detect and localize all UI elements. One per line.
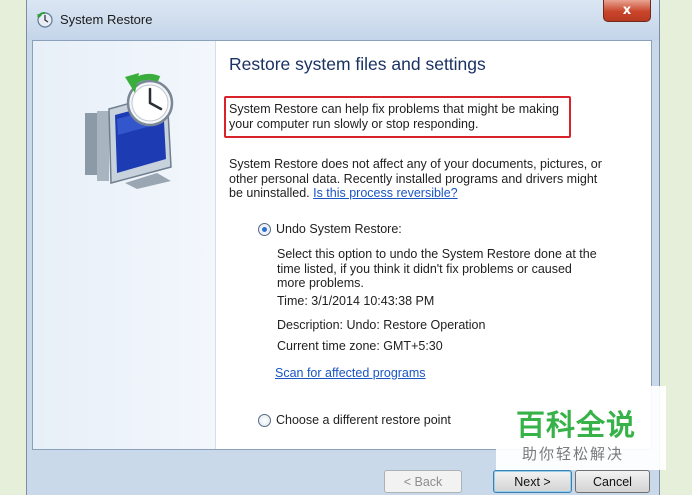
system-restore-icon <box>37 12 53 28</box>
watermark: 百科全说 助你轻松解决 <box>496 386 666 470</box>
undo-restore-radio[interactable] <box>258 223 271 236</box>
restore-description: Description: Undo: Restore Operation <box>277 318 486 332</box>
time-zone: Current time zone: GMT+5:30 <box>277 339 443 353</box>
scan-programs-link[interactable]: Scan for affected programs <box>275 366 426 381</box>
page-heading: Restore system files and settings <box>229 54 486 74</box>
reversible-link[interactable]: Is this process reversible? <box>313 186 458 200</box>
info-text: System Restore does not affect any of yo… <box>229 157 609 201</box>
cancel-button[interactable]: Cancel <box>575 470 650 493</box>
close-icon: x <box>622 3 632 18</box>
undo-restore-label[interactable]: Undo System Restore: <box>276 222 402 236</box>
close-button[interactable]: x <box>603 0 651 22</box>
back-button[interactable]: < Back <box>384 470 462 493</box>
different-restore-label[interactable]: Choose a different restore point <box>276 413 451 427</box>
title-bar[interactable]: System Restore x <box>27 0 659 40</box>
left-panel <box>33 41 216 449</box>
window-title: System Restore <box>60 12 153 27</box>
undo-description: Select this option to undo the System Re… <box>277 247 597 290</box>
next-button[interactable]: Next > <box>493 470 572 493</box>
monitor-clock-restore-icon <box>85 73 174 189</box>
watermark-subtitle: 助你轻松解决 <box>522 445 625 463</box>
different-restore-radio[interactable] <box>258 414 271 427</box>
watermark-title: 百科全说 <box>516 408 637 442</box>
restore-time: Time: 3/1/2014 10:43:38 PM <box>277 294 435 308</box>
intro-text: System Restore can help fix problems tha… <box>229 102 560 131</box>
